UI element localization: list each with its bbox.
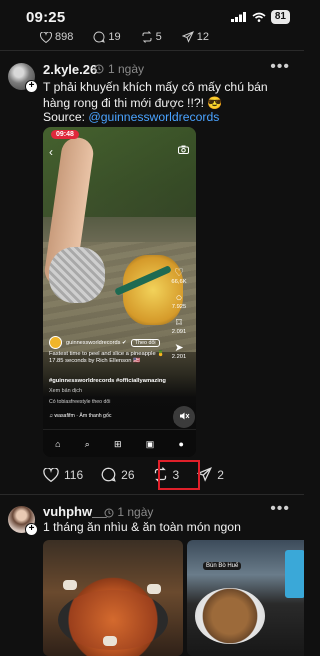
share-count: 2 [217,467,224,482]
follow-plus-icon[interactable]: + [25,80,38,93]
post-divider [0,494,304,495]
status-icons: 81 [230,10,290,24]
more-icon[interactable]: ••• [270,58,290,76]
video-followed-by: Có tobiasfreestyle theo dõi [49,399,111,405]
post-time: 1 ngày [117,505,154,519]
video-account: guinnessworldrecords ✔ Theo dõi [49,336,160,349]
back-icon: ‹ [49,145,53,159]
follow-plus-icon[interactable]: + [25,523,38,536]
comment-icon [101,467,116,482]
post-image[interactable]: Bún Bò Huế [187,540,304,656]
heart-icon: ♡ [174,267,184,279]
video-follow-button: Theo dõi [130,338,160,347]
post-actions: 116 26 3 2 [43,467,242,482]
post-username[interactable]: 2.kyle.26 [43,62,97,77]
prev-comment-button[interactable]: 19 [93,31,121,43]
video-description: Fastest time to peel and slice a pineapp… [49,351,165,364]
battery-indicator: 81 [270,10,290,24]
reels-icon: ▣ [145,438,155,449]
post-meta: 1 ngày [104,505,153,519]
clock-icon [94,64,104,74]
embedded-video[interactable]: 09:48 ‹ ♡ 66,6K ○ 7.925 ⌑ 2.091 ➤ 2.201 guin… [43,127,196,457]
prev-share-button[interactable]: 12 [181,31,209,43]
comment-icon [93,31,106,43]
mute-icon[interactable] [173,406,195,428]
prev-share-count: 12 [196,31,209,43]
add-icon: ⊞ [113,438,122,449]
video-translate: Xem bản dịch [49,388,82,394]
video-scene-glove [49,247,105,303]
search-icon: ⌕ [84,438,90,449]
video-account-name: guinnessworldrecords ✔ [66,339,127,346]
video-share-stat: ➤ 2.201 [167,342,191,360]
clock-icon [104,508,114,518]
video-like-stat: ♡ 66,6K [167,267,191,285]
heart-icon [43,467,59,482]
post-meta: 1 ngày [94,62,144,76]
post-caption: 1 tháng ăn nhìu & ăn toàn món ngon [43,520,241,534]
prev-like-count: 898 [55,31,74,43]
video-hashtags: #guinnessworldrecords #officiallyamazing [49,378,166,384]
heart-icon [40,31,52,43]
source-line: Source: @guinnessworldrecords [43,110,219,124]
like-count: 116 [64,467,84,482]
prev-comment-count: 19 [108,31,121,43]
video-comment-count: 7.925 [171,304,187,310]
prev-post-actions: 898 19 5 12 [40,31,209,43]
post-caption: T phải khuyến khích mấy cô mấy chú bán h… [43,80,268,110]
share-icon: ➤ [174,342,184,354]
post-divider [0,50,304,51]
video-account-avatar [49,336,62,349]
video-share-count: 2.201 [171,354,187,360]
profile-icon: ● [178,439,184,449]
repost-icon [141,31,153,43]
comment-button[interactable]: 26 [101,467,135,482]
comment-icon: ○ [175,292,183,304]
video-scene-pineapple [123,255,183,325]
prev-like-button[interactable]: 898 [40,31,73,43]
post-time: 1 ngày [108,62,145,76]
image-scene-bowl [195,588,265,644]
video-save-count: 2.091 [171,329,187,335]
post-username[interactable]: vuhphw__ [43,504,107,519]
post-image[interactable] [43,540,183,656]
prev-repost-button[interactable]: 5 [141,31,162,43]
share-icon [181,31,194,43]
video-save-stat: ⌑ 2.091 [167,317,191,335]
video-audio: ♫ wasafifm · Âm thanh gốc [49,413,112,419]
image-scene-item [103,636,117,646]
share-button[interactable]: 2 [197,467,224,482]
image-scene-cup [285,550,304,598]
camera-icon [178,145,189,154]
source-link[interactable]: @guinnessworldrecords [88,110,219,124]
video-like-count: 66,6K [171,279,187,285]
video-comment-stat: ○ 7.925 [167,292,191,310]
video-navbar: ⌂ ⌕ ⊞ ▣ ● [43,429,196,457]
share-highlight-box [158,460,200,490]
signal-icon [230,12,247,22]
wifi-icon [252,12,266,22]
prev-repost-count: 5 [155,31,162,43]
more-icon[interactable]: ••• [270,500,290,518]
home-icon: ⌂ [55,439,61,449]
recording-badge: 09:48 [51,130,79,139]
source-label: Source: [43,110,89,124]
like-button[interactable]: 116 [43,467,84,482]
status-time: 09:25 [26,9,66,26]
image-sign-text: Bún Bò Huế [203,562,242,570]
comment-count: 26 [121,467,135,482]
image-scene-item [147,584,161,594]
image-scene-item [63,580,77,590]
bookmark-icon: ⌑ [176,317,182,329]
